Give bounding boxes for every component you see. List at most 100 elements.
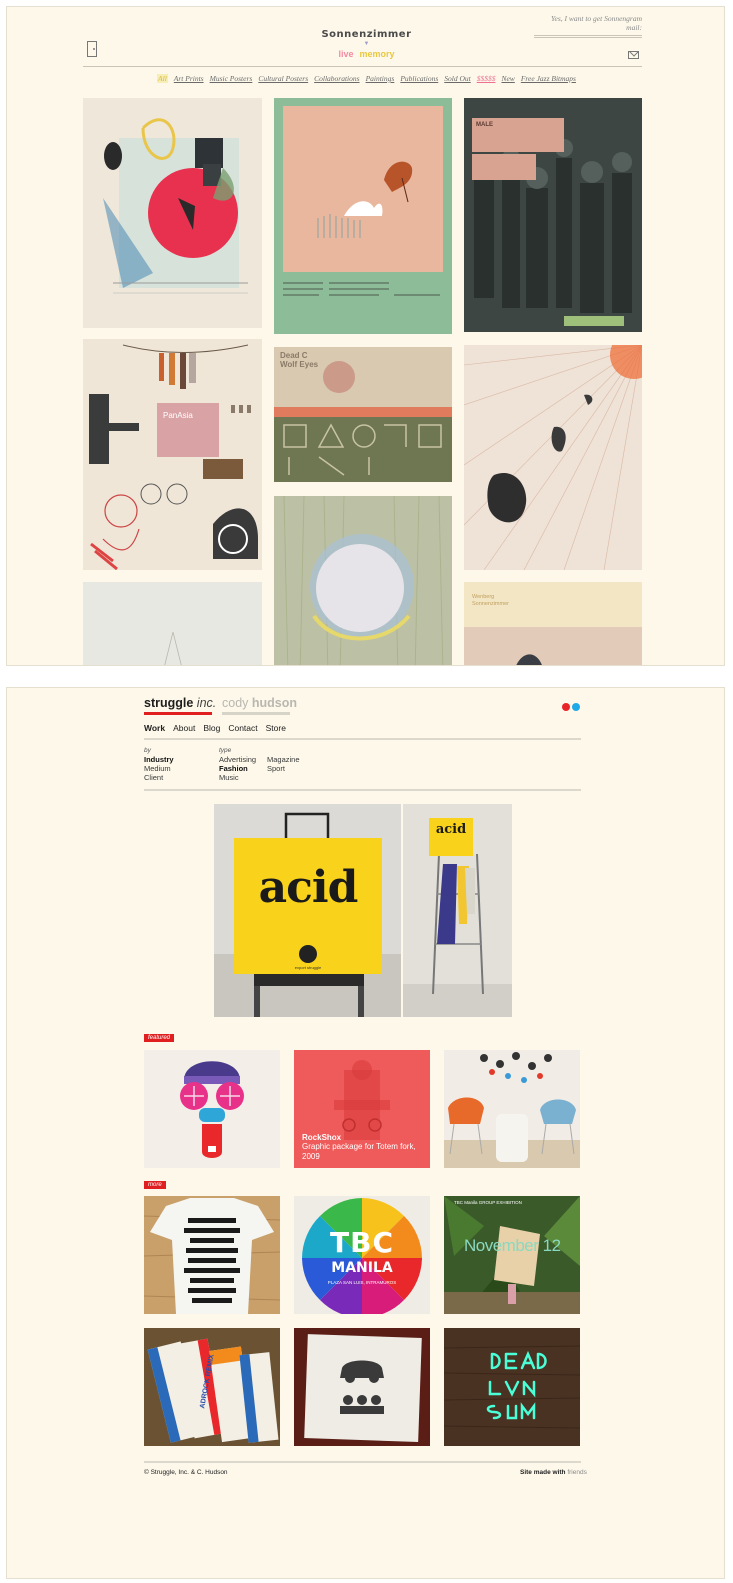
project-tile-record[interactable] [294, 1328, 430, 1446]
nav-paintings[interactable]: Paintings [366, 74, 395, 83]
nav-collaborations[interactable]: Collaborations [314, 74, 359, 83]
hero-rack-photo[interactable]: acid [403, 804, 512, 1017]
project-tile-chairs[interactable] [444, 1050, 580, 1168]
print-card[interactable]: PanAsia [83, 339, 262, 570]
nav-store[interactable]: Store [266, 723, 286, 733]
bag-logo-text: export struggle [294, 965, 322, 970]
print-card[interactable] [83, 582, 262, 665]
tbc-text: TBC [330, 1226, 394, 1259]
mailing-list-input[interactable] [534, 37, 642, 38]
nav-free-jazz-bitmaps[interactable]: Free Jazz Bitmaps [521, 74, 576, 83]
tile-description: Graphic package for Totem fork, 2009 [302, 1142, 416, 1161]
filter-by: by Industry Medium Client [144, 746, 174, 782]
project-tile-november[interactable]: TBC Manila GROUP EXHIBITION November 12 [444, 1196, 580, 1314]
nav-all[interactable]: All [157, 74, 168, 83]
print-title-line: Wolf Eyes [280, 360, 319, 369]
nav-cultural-posters[interactable]: Cultural Posters [258, 74, 308, 83]
filter-music[interactable]: Music [219, 773, 256, 782]
triangle-down-icon: ▼ [363, 41, 370, 47]
nav-sold-out[interactable]: Sold Out [444, 74, 470, 83]
print-card[interactable]: Wenberg Sonnenzimmer [464, 582, 642, 665]
print-title-line: Wenberg [472, 594, 495, 600]
print-card[interactable]: MALE [464, 98, 642, 332]
circle-print-image [283, 496, 444, 665]
neon-sign-image [444, 1345, 580, 1429]
panasia-print-image [89, 344, 258, 570]
manila-text: MANILA [331, 1260, 393, 1276]
first-name: cody [222, 696, 249, 710]
envelope-icon[interactable] [628, 51, 639, 59]
nav-divider [144, 738, 581, 740]
tshirt-photo-image [144, 1198, 280, 1314]
nav-new[interactable]: New [501, 74, 514, 83]
footer-divider [144, 1461, 581, 1463]
featured-label: featured [144, 1034, 175, 1042]
nav-work[interactable]: Work [144, 723, 165, 733]
category-nav: All Art Prints Music Posters Cultural Poste… [7, 74, 724, 83]
live-link[interactable]: live [338, 49, 353, 59]
header-divider [83, 66, 642, 67]
hero-bag-photo[interactable]: acid export struggle [214, 804, 401, 1017]
filter-client[interactable]: Client [144, 773, 174, 782]
nav-art-prints[interactable]: Art Prints [174, 74, 204, 83]
name-underline [222, 712, 290, 715]
filter-fashion[interactable]: Fashion [219, 764, 256, 773]
project-tile-tshirt[interactable] [144, 1196, 280, 1314]
project-tile-tbc-manila[interactable]: TBC MANILA PLAZA SAN LUIS, INTRAMUROS [294, 1196, 430, 1314]
date-text: November 12 [464, 1236, 561, 1255]
filter-advertising[interactable]: Advertising [219, 755, 256, 764]
person-name[interactable]: cody hudson [222, 696, 297, 710]
nav-price[interactable]: $$$$$ [477, 74, 496, 83]
print-title: Dead C Wolf Eyes [280, 351, 318, 369]
filter-type-col2: Magazine Sport [267, 755, 300, 773]
print-image [164, 631, 182, 665]
print-card[interactable] [83, 98, 262, 328]
print-card[interactable]: Dead C Wolf Eyes [274, 347, 452, 482]
struggle-page: struggle inc. cody hudson Work About Blog C… [6, 687, 725, 1579]
friends-link[interactable]: friends [567, 1469, 587, 1476]
print-title: PanAsia [163, 411, 193, 420]
print-card[interactable] [274, 496, 452, 665]
print-title-line: Sonnenzimmer [472, 601, 509, 607]
project-tile-face[interactable] [144, 1050, 280, 1168]
rays-print-image [464, 345, 642, 570]
credits-text: Site made with friends [520, 1469, 587, 1476]
print-title: MALE [476, 122, 493, 128]
nav-publications[interactable]: Publications [400, 74, 438, 83]
face-illustration-image [180, 1061, 244, 1158]
filter-divider [144, 789, 581, 791]
filter-type-label: type [219, 747, 232, 754]
brand-name: struggle [144, 696, 194, 710]
nav-blog[interactable]: Blog [203, 723, 220, 733]
nav-music-posters[interactable]: Music Posters [210, 74, 253, 83]
blue-dot-icon[interactable] [572, 703, 580, 711]
red-dot-icon[interactable] [562, 703, 570, 711]
nav-about[interactable]: About [173, 723, 195, 733]
venue-text: PLAZA SAN LUIS, INTRAMUROS [327, 1280, 397, 1285]
memory-link[interactable]: memory [360, 49, 395, 59]
record-sleeve-image [304, 1334, 422, 1442]
leaf-print-image [283, 106, 443, 296]
print-card[interactable] [464, 345, 642, 570]
project-tile-rockshox[interactable]: RockShox Graphic package for Totem fork,… [294, 1050, 430, 1168]
filter-magazine[interactable]: Magazine [267, 755, 300, 764]
tile-title: RockShox [302, 1132, 342, 1142]
live-memory-switch: live memory [7, 49, 724, 59]
exhibition-header: TBC Manila GROUP EXHIBITION [454, 1200, 522, 1205]
mailing-list-prompt: Yes, I want to get Sonnengram mail: [534, 14, 642, 36]
credits-label: Site made with [520, 1469, 566, 1476]
filter-industry[interactable]: Industry [144, 755, 174, 764]
brand-logo[interactable]: struggle inc. [144, 696, 216, 710]
chairs-photo-image [444, 1052, 580, 1168]
filter-medium[interactable]: Medium [144, 764, 174, 773]
project-tile-neon[interactable] [444, 1328, 580, 1446]
project-tile-adrock[interactable]: ADROCK REMIX [144, 1328, 280, 1446]
bag-text: acid [258, 862, 359, 913]
brand-underline [144, 712, 212, 715]
posters-photo-image [147, 1338, 279, 1443]
print-card[interactable] [274, 98, 452, 334]
filter-sport[interactable]: Sport [267, 764, 300, 773]
small-bag-text: acid [435, 822, 467, 837]
nav-contact[interactable]: Contact [228, 723, 257, 733]
print-title-line: Dead C [280, 351, 308, 360]
